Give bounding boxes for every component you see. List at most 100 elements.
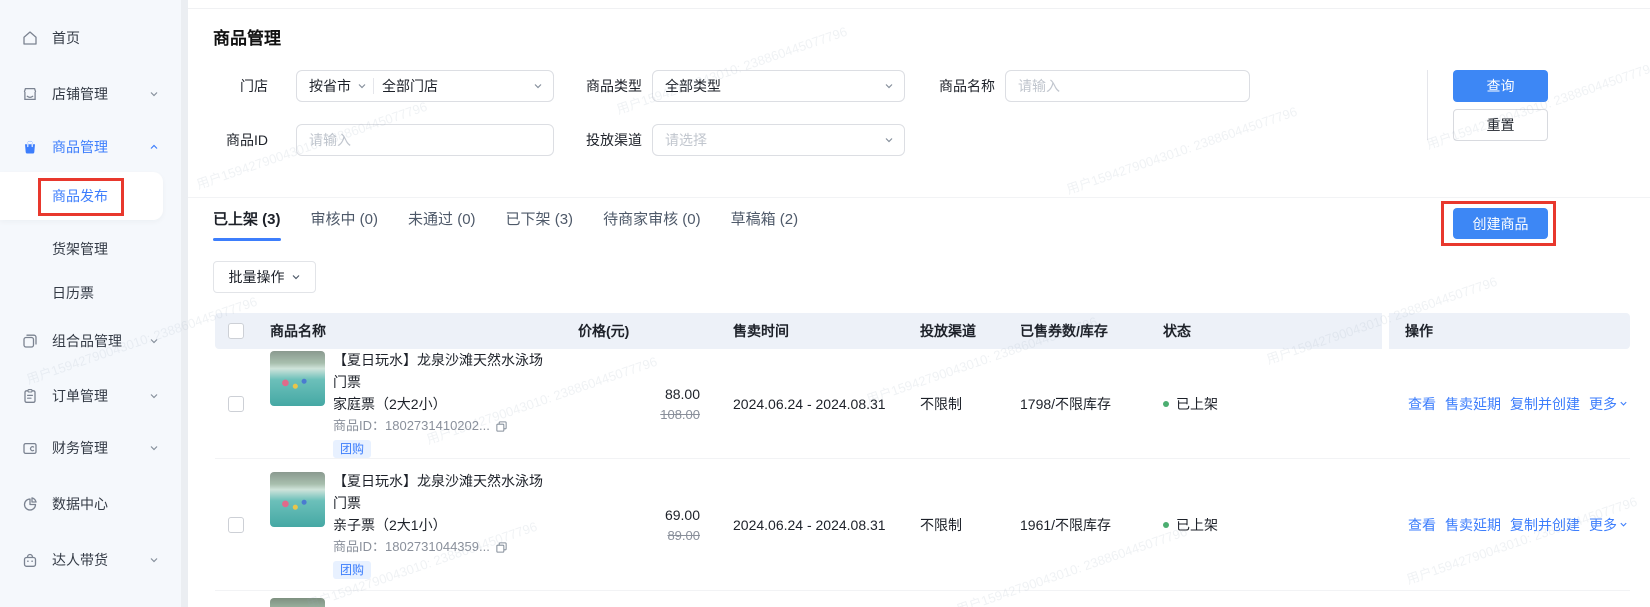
chevron-down-icon [884,81,894,91]
sidebar-item-bundle-mgmt[interactable]: 组合品管理 [0,321,181,361]
order-icon [21,387,39,405]
sidebar-item-label: 达人带货 [52,550,108,570]
current-price: 69.00 [545,504,700,526]
sidebar-item-influencer[interactable]: 达人带货 [0,540,181,580]
tab-off-shelf[interactable]: 已下架 (3) [506,208,574,241]
search-button[interactable]: 查询 [1453,70,1548,102]
sidebar-item-shelf-mgmt[interactable]: 货架管理 [0,229,181,269]
col-header-channel: 投放渠道 [905,321,1005,341]
reset-button[interactable]: 重置 [1453,109,1548,141]
sidebar-item-order-mgmt[interactable]: 订单管理 [0,376,181,416]
tab-merchant-review[interactable]: 待商家审核 (0) [603,208,701,241]
store-mode-value[interactable]: 按省市 [297,76,351,96]
view-link[interactable]: 查看 [1408,515,1436,535]
id-input[interactable] [297,125,553,155]
name-input[interactable] [1006,71,1249,101]
original-price: 89.00 [545,526,700,546]
id-filter-label: 商品ID [188,124,268,156]
more-link[interactable]: 更多 [1589,515,1628,535]
page-title: 商品管理 [213,24,281,49]
more-link[interactable]: 更多 [1589,394,1628,414]
store-value[interactable]: 全部门店 [382,76,438,96]
chevron-down-icon [149,555,159,565]
row-checkbox[interactable] [228,517,244,533]
type-filter-label: 商品类型 [562,70,642,102]
channel-filter-label: 投放渠道 [562,124,642,156]
store-select[interactable]: 按省市 全部门店 [296,70,554,102]
tab-on-shelf[interactable]: 已上架 (3) [213,208,281,241]
copy-icon[interactable] [495,541,508,554]
batch-actions-label: 批量操作 [229,267,285,287]
store-icon [21,85,39,103]
sidebar-item-label: 货架管理 [52,239,108,259]
name-input-wrap [1005,70,1250,102]
sidebar-item-calendar-ticket[interactable]: 日历票 [0,273,181,313]
tab-rejected[interactable]: 未通过 (0) [408,208,476,241]
channel: 不限制 [905,394,1005,414]
chevron-down-icon [149,89,159,99]
product-title[interactable]: 【夏日玩水】龙泉沙滩天然水泳场门票 [333,349,545,393]
product-subtitle[interactable]: 亲子票（2大1小） [333,514,545,536]
influencer-icon [21,551,39,569]
product-subtitle[interactable]: 家庭票（2大2小） [333,393,545,415]
channel-select[interactable]: 请选择 [652,124,905,156]
product-id: 商品ID：1802731410202... [333,415,490,437]
sidebar-item-label: 店铺管理 [52,84,108,104]
sidebar-item-goods-mgmt[interactable]: 商品管理 [0,127,181,167]
product-thumbnail [270,598,325,607]
col-header-sale-time: 售卖时间 [710,321,905,341]
type-select[interactable]: 全部类型 [652,70,905,102]
product-thumbnail[interactable] [270,472,325,527]
chevron-down-icon [357,81,367,91]
status-dot [1163,522,1169,528]
chevron-down-icon [149,391,159,401]
sold-stock: 1961/不限库存 [1005,515,1145,535]
extend-sale-link[interactable]: 售卖延期 [1445,515,1501,535]
view-link[interactable]: 查看 [1408,394,1436,414]
extend-sale-link[interactable]: 售卖延期 [1445,394,1501,414]
goods-icon [21,138,39,156]
sidebar-item-label: 首页 [52,28,80,48]
current-price: 88.00 [545,383,700,405]
more-label: 更多 [1589,515,1617,535]
section-divider [188,197,1650,198]
sidebar-item-data-center[interactable]: 数据中心 [0,484,181,524]
sidebar-item-store-mgmt[interactable]: 店铺管理 [0,74,181,114]
sidebar-item-home[interactable]: 首页 [0,18,181,58]
select-all-checkbox[interactable] [228,323,244,339]
col-header-status: 状态 [1145,321,1325,341]
name-filter-label: 商品名称 [915,70,995,102]
col-header-price: 价格(元) [545,321,710,341]
copy-icon[interactable] [495,420,508,433]
product-cell: 【夏日玩水】龙泉沙滩天然水泳场门票 家庭票（2大2小） 商品ID：1802731… [257,349,545,458]
sale-time: 2024.06.24 - 2024.08.31 [710,396,905,412]
sidebar-item-label: 数据中心 [52,494,108,514]
status-cell: 已上架 [1145,515,1325,535]
sidebar-item-finance-mgmt[interactable]: 财务管理 [0,428,181,468]
product-cell: 【夏日玩水】龙泉沙滩天然水泳场门票 亲子票（2大1小） 商品ID：1802731… [257,470,545,579]
sidebar-item-goods-publish[interactable]: 商品发布 [0,172,163,220]
tab-in-review[interactable]: 审核中 (0) [311,208,379,241]
filter-buttons-divider [1427,70,1428,140]
channel-placeholder[interactable]: 请选择 [653,130,707,150]
copy-create-link[interactable]: 复制并创建 [1510,394,1580,414]
sold-stock: 1798/不限库存 [1005,394,1145,414]
col-header-name: 商品名称 [257,321,545,341]
create-product-button[interactable]: 创建商品 [1453,208,1548,239]
tab-drafts[interactable]: 草稿箱 (2) [731,208,799,241]
type-value[interactable]: 全部类型 [653,76,721,96]
product-thumbnail[interactable] [270,351,325,406]
product-title[interactable]: 【夏日玩水】龙泉沙滩天然水泳场门票 [333,470,545,514]
copy-create-link[interactable]: 复制并创建 [1510,515,1580,535]
groupbuy-tag: 团购 [333,561,371,579]
col-header-actions: 操作 [1325,321,1630,341]
sidebar-divider [181,0,188,607]
status-dot [1163,401,1169,407]
chevron-down-icon [149,443,159,453]
batch-actions-button[interactable]: 批量操作 [213,261,316,293]
status-tabs: 已上架 (3) 审核中 (0) 未通过 (0) 已下架 (3) 待商家审核 (0… [213,208,798,241]
home-icon [21,29,39,47]
chevron-down-icon [884,135,894,145]
row-checkbox[interactable] [228,396,244,412]
table-header: 商品名称 价格(元) 售卖时间 投放渠道 已售券数/库存 状态 操作 [215,313,1630,349]
